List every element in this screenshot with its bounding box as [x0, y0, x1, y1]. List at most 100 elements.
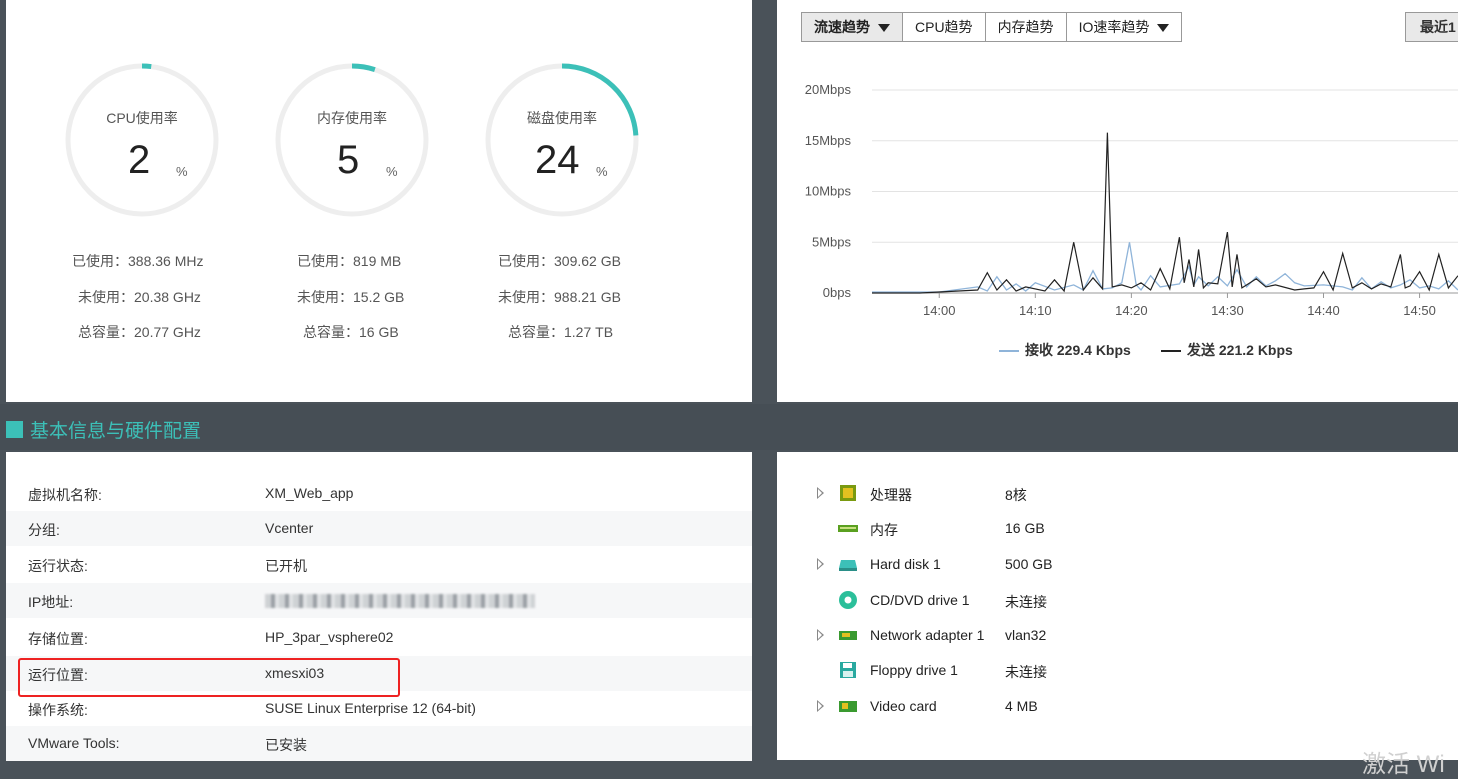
hw-value: 500 GB [1005, 556, 1053, 572]
hw-row-cd-dvd[interactable]: CD/DVD drive 1 未连接 [777, 583, 1458, 618]
info-row-status: 运行状态: 已开机 [6, 547, 752, 582]
tab-io-trend[interactable]: IO速率趋势 [1065, 12, 1183, 42]
y-tick-label: 10Mbps [805, 184, 852, 199]
tab-flow-trend[interactable]: 流速趋势 [801, 12, 903, 42]
info-row-vm-name: 虚拟机名称: XM_Web_app [6, 476, 752, 511]
legend-send-swatch [1161, 350, 1181, 353]
info-value: 已安装 [265, 737, 307, 753]
tab-memory-trend-label: 内存趋势 [997, 19, 1054, 35]
recent-range-button[interactable]: 最近1 [1405, 12, 1458, 42]
hw-label: 处理器 [870, 487, 912, 503]
hw-value: 16 GB [1005, 520, 1045, 536]
legend-receive-swatch [999, 350, 1019, 353]
tab-cpu-trend-label: CPU趋势 [915, 19, 973, 35]
info-row-ip: IP地址: [6, 583, 752, 618]
info-row-group: 分组: Vcenter [6, 511, 752, 546]
hw-value: 4 MB [1005, 698, 1038, 714]
info-value: XM_Web_app [265, 485, 354, 501]
tab-cpu-trend[interactable]: CPU趋势 [902, 12, 986, 42]
x-tick-label: 14:50 [1403, 303, 1436, 318]
memory-usage-value: 5 [337, 138, 360, 182]
hw-row-network-adapter[interactable]: Network adapter 1 vlan32 [777, 618, 1458, 653]
chevron-down-icon [878, 24, 890, 33]
hw-label: Floppy drive 1 [870, 662, 958, 678]
tab-memory-trend[interactable]: 内存趋势 [984, 12, 1067, 42]
hw-row-video-card[interactable]: Video card 4 MB [777, 689, 1458, 724]
trend-tabs: 流速趋势 CPU趋势 内存趋势 IO速率趋势 [801, 12, 1183, 42]
info-row-vmware-tools: VMware Tools: 已安装 [6, 726, 752, 761]
hw-row-hard-disk[interactable]: Hard disk 1 500 GB [777, 547, 1458, 582]
disk-usage-value: 24 [535, 138, 580, 182]
x-tick-label: 14:00 [923, 303, 956, 318]
x-tick-label: 14:20 [1115, 303, 1148, 318]
info-value: Vcenter [265, 520, 314, 536]
memory-usage-unit: % [386, 164, 398, 179]
memory-used: 已使用：819 MB [297, 253, 402, 269]
hw-value: vlan32 [1005, 627, 1047, 643]
info-value: SUSE Linux Enterprise 12 (64-bit) [265, 700, 476, 716]
traffic-chart-panel: 流速趋势 CPU趋势 内存趋势 IO速率趋势 最近1 20Mbps 15Mbps 1… [777, 0, 1458, 402]
chevron-down-icon [1157, 24, 1170, 33]
section-title: 基本信息与硬件配置 [30, 421, 202, 442]
y-tick-label: 5Mbps [812, 234, 852, 249]
processor-icon [840, 485, 856, 501]
y-tick-label: 15Mbps [805, 133, 852, 148]
cpu-usage-unit: % [176, 164, 188, 179]
cpu-usage-value: 2 [128, 138, 151, 182]
memory-free: 未使用：15.2 GB [297, 289, 405, 305]
legend-send-label: 发送 221.2 Kbps [1187, 342, 1293, 358]
x-tick-label: 14:10 [1019, 303, 1052, 318]
info-row-storage: 存储位置: HP_3par_vsphere02 [6, 620, 752, 655]
network-adapter-icon [839, 631, 857, 640]
disk-usage-title: 磁盘使用率 [527, 110, 597, 126]
expand-arrow-icon[interactable] [817, 558, 824, 570]
activation-watermark: 激活 Wi [1362, 751, 1445, 778]
hw-value: 未连接 [1005, 664, 1047, 680]
memory-usage-title: 内存使用率 [317, 110, 387, 126]
expand-arrow-icon[interactable] [817, 487, 824, 499]
section-bar [0, 404, 1458, 450]
hw-label: Video card [870, 698, 937, 714]
disk-used: 已使用：309.62 GB [498, 253, 621, 269]
info-label: 操作系统: [28, 702, 88, 718]
legend-send[interactable]: 发送 221.2 Kbps [1161, 340, 1293, 360]
tab-flow-trend-label: 流速趋势 [814, 19, 870, 35]
x-tick-label: 14:40 [1307, 303, 1340, 318]
info-value: 已开机 [265, 558, 307, 574]
hw-value: 8核 [1005, 487, 1027, 503]
disk-free: 未使用：988.21 GB [498, 289, 621, 305]
info-value: HP_3par_vsphere02 [265, 629, 394, 645]
floppy-icon [840, 662, 856, 678]
expand-arrow-icon[interactable] [817, 629, 824, 641]
info-label: 运行状态: [28, 558, 88, 574]
hw-label: Hard disk 1 [870, 556, 941, 572]
hard-disk-icon [839, 560, 857, 571]
info-label: 存储位置: [28, 631, 88, 647]
highlight-box [18, 658, 400, 697]
disk-usage-unit: % [596, 164, 608, 179]
x-tick-label: 14:30 [1211, 303, 1244, 318]
expand-arrow-icon[interactable] [817, 700, 824, 712]
cpu-free: 未使用：20.38 GHz [78, 289, 201, 305]
hw-value: 未连接 [1005, 594, 1047, 610]
memory-icon [838, 525, 858, 532]
y-tick-label: 20Mbps [805, 82, 852, 97]
tab-io-trend-label: IO速率趋势 [1078, 19, 1150, 35]
video-card-icon [839, 701, 857, 712]
legend-receive[interactable]: 接收 229.4 Kbps [999, 340, 1131, 360]
cpu-total: 总容量：20.77 GHz [78, 324, 201, 340]
hw-row-memory[interactable]: 内存 16 GB [777, 511, 1458, 546]
hw-row-floppy[interactable]: Floppy drive 1 未连接 [777, 653, 1458, 688]
redacted-blur [265, 594, 535, 609]
info-label: VMware Tools: [28, 735, 120, 751]
cpu-usage-title: CPU使用率 [106, 110, 178, 126]
section-marker-icon [6, 421, 23, 438]
hardware-panel: 处理器 8核 内存 16 GB Hard disk 1 500 GB CD/DV… [777, 452, 1458, 778]
series-send-line [872, 132, 1458, 294]
info-label: 分组: [28, 522, 60, 538]
disk-total: 总容量：1.27 TB [508, 324, 614, 340]
hw-row-processor[interactable]: 处理器 8核 [777, 476, 1458, 511]
series-receive-line [872, 242, 1458, 293]
info-label: 虚拟机名称: [28, 487, 102, 503]
cpu-used: 已使用：388.36 MHz [72, 253, 204, 269]
